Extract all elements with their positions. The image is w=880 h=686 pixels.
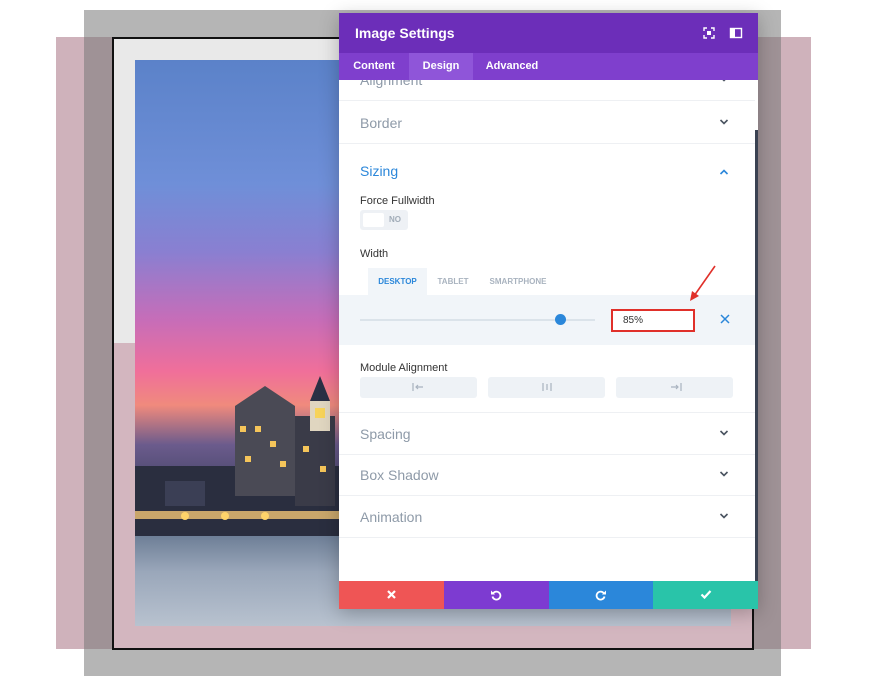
toggle-box-shadow-title: Box Shadow — [360, 467, 439, 483]
device-tab-desktop[interactable]: DESKTOP — [368, 268, 427, 295]
chevron-down-icon — [719, 471, 729, 477]
undo-icon — [491, 590, 502, 601]
toggle-spacing-title: Spacing — [360, 426, 411, 442]
chevron-down-icon — [719, 119, 729, 125]
redo-icon — [595, 590, 606, 601]
chevron-down-icon — [719, 513, 729, 519]
chevron-down-icon — [719, 430, 729, 436]
toggle-border[interactable]: Border — [339, 102, 755, 144]
toggle-spacing[interactable]: Spacing — [339, 412, 755, 455]
toggle-state-text: NO — [389, 215, 401, 224]
toggle-border-title: Border — [360, 115, 403, 131]
align-center-icon — [542, 383, 552, 391]
width-input[interactable] — [611, 309, 695, 332]
sidebar-toggle-icon[interactable] — [728, 25, 744, 41]
toggle-sizing-title[interactable]: Sizing — [360, 163, 398, 179]
save-button[interactable] — [653, 581, 758, 609]
toggle-box-shadow[interactable]: Box Shadow — [339, 454, 755, 496]
chevron-down-icon — [722, 80, 726, 82]
align-right-icon — [671, 383, 682, 391]
panel-title: Image Settings — [355, 25, 455, 41]
panel-header: Image Settings — [339, 13, 758, 53]
panel-footer — [339, 581, 758, 609]
toggle-animation-title: Animation — [360, 509, 423, 525]
force-fullwidth-toggle[interactable]: NO — [360, 210, 408, 230]
undo-button[interactable] — [444, 581, 549, 609]
align-right-button[interactable] — [616, 377, 733, 398]
close-icon — [387, 590, 396, 599]
module-alignment-label: Module Alignment — [360, 362, 448, 374]
align-left-icon — [412, 383, 423, 391]
force-fullwidth-label: Force Fullwidth — [360, 195, 435, 207]
device-tab-tablet[interactable]: TABLET — [427, 268, 479, 295]
width-label: Width — [360, 248, 389, 260]
discard-button[interactable] — [339, 581, 444, 609]
toggle-animation[interactable]: Animation — [339, 496, 755, 538]
redo-button[interactable] — [549, 581, 653, 609]
width-slider-handle[interactable] — [554, 314, 566, 325]
image-settings-panel: Image Settings Content Design Advanced A… — [339, 13, 758, 609]
design-options: Alignment Border Sizing Force Fullwidth … — [339, 80, 755, 581]
align-left-button[interactable] — [360, 377, 477, 398]
width-range-row — [339, 295, 755, 345]
fullscreen-icon[interactable] — [701, 25, 717, 41]
toggle-knob — [363, 213, 384, 227]
panel-tabs: Content Design Advanced — [339, 53, 758, 80]
width-slider-fill — [360, 319, 560, 321]
chevron-up-icon[interactable] — [719, 167, 729, 177]
check-icon — [700, 590, 712, 600]
device-tab-smartphone[interactable]: SMARTPHONE — [479, 268, 557, 295]
toggle-alignment-title: Alignment — [360, 80, 423, 88]
panel-scrollbar[interactable] — [755, 130, 758, 581]
reset-width-icon[interactable] — [719, 313, 731, 325]
tab-content[interactable]: Content — [339, 53, 409, 80]
tab-advanced[interactable]: Advanced — [473, 53, 551, 80]
align-center-button[interactable] — [488, 377, 605, 398]
tab-design[interactable]: Design — [409, 53, 473, 80]
toggle-alignment[interactable]: Alignment — [339, 80, 755, 101]
